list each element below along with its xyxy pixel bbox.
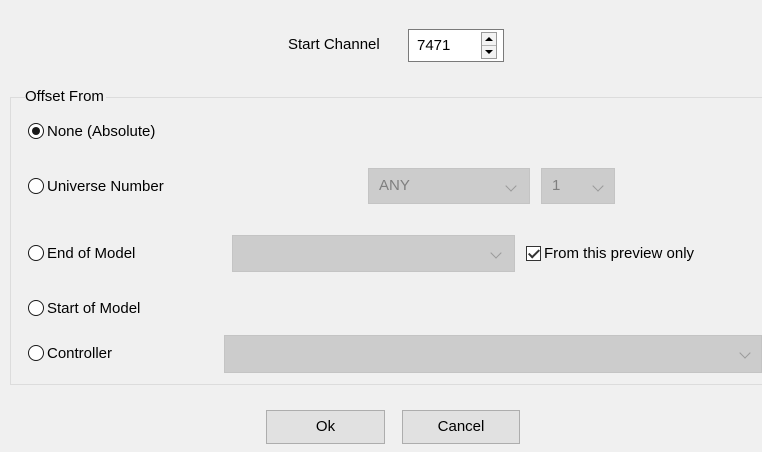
chevron-down-icon (739, 347, 751, 359)
radio-end-of-model[interactable]: End of Model (28, 242, 135, 264)
radio-label-universe-number: Universe Number (47, 177, 164, 195)
radio-indicator (28, 300, 44, 316)
radio-indicator (28, 245, 44, 261)
radio-label-end-of-model: End of Model (47, 244, 136, 262)
controller-combo[interactable] (224, 335, 762, 373)
ok-button[interactable]: Ok (266, 410, 385, 444)
universe-combo-value: ANY (379, 177, 410, 194)
radio-universe-number[interactable]: Universe Number (28, 175, 164, 197)
radio-indicator (28, 345, 44, 361)
radio-label-controller: Controller (47, 344, 113, 362)
spin-up-button[interactable] (482, 33, 496, 46)
spinner-buttons (481, 32, 497, 59)
checkbox-indicator (526, 245, 541, 261)
universe-sub-combo-value: 1 (552, 177, 561, 194)
cancel-button[interactable]: Cancel (402, 410, 520, 444)
radio-start-of-model[interactable]: Start of Model (28, 297, 140, 319)
arrow-up-icon (485, 37, 493, 41)
chevron-down-icon (505, 180, 517, 192)
preview-only-label: From this preview only (544, 244, 695, 262)
preview-only-checkbox[interactable]: From this preview only (526, 242, 694, 264)
radio-label-none-absolute: None (Absolute) (47, 122, 156, 140)
universe-sub-combo[interactable]: 1 (541, 168, 615, 204)
radio-label-start-of-model: Start of Model (47, 299, 141, 317)
arrow-down-icon (485, 50, 493, 54)
start-channel-label: Start Channel (288, 36, 380, 53)
radio-controller[interactable]: Controller (28, 342, 112, 364)
universe-combo[interactable]: ANY (368, 168, 530, 204)
start-channel-spinner[interactable]: 7471 (408, 29, 504, 62)
radio-none-absolute[interactable]: None (Absolute) (28, 120, 155, 142)
offset-group-title: Offset From (25, 88, 106, 106)
chevron-down-icon (592, 180, 604, 192)
radio-indicator (28, 178, 44, 194)
end-of-model-combo[interactable] (232, 235, 515, 272)
chevron-down-icon (490, 247, 502, 259)
start-channel-value[interactable]: 7471 (417, 36, 450, 56)
start-channel-dialog: Start Channel 7471 Offset From None (Abs… (0, 0, 762, 452)
spin-down-button[interactable] (482, 46, 496, 58)
radio-indicator (28, 123, 44, 139)
